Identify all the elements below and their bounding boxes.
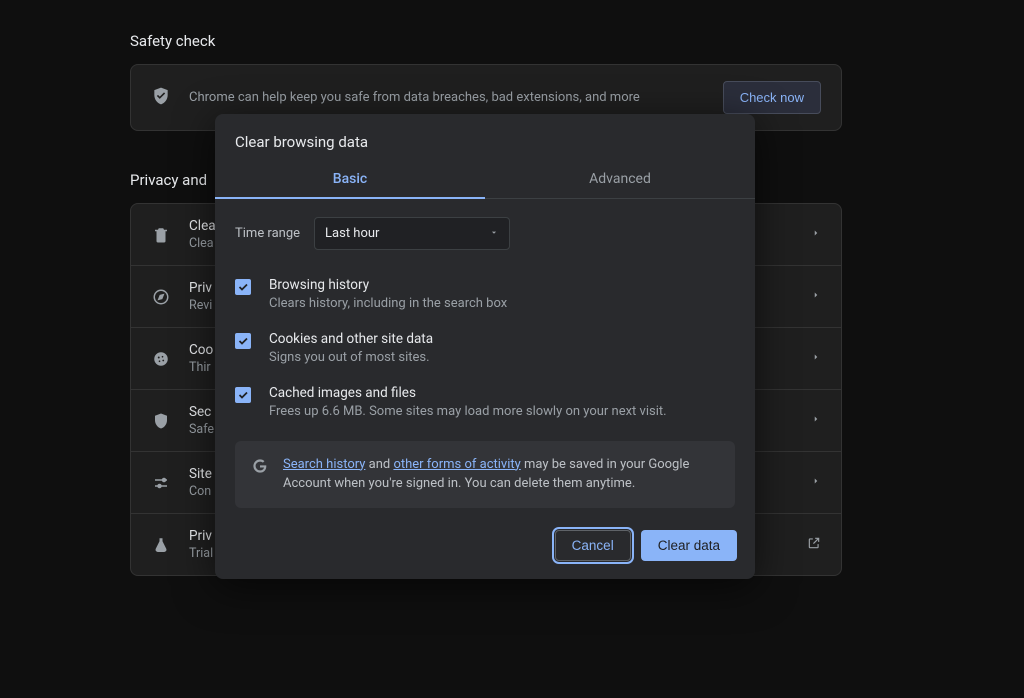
- safety-check-text: Chrome can help keep you safe from data …: [189, 90, 705, 105]
- chevron-right-icon: [811, 289, 821, 304]
- cancel-button[interactable]: Cancel: [555, 530, 631, 561]
- cookie-icon: [151, 350, 171, 368]
- dialog-tabs: Basic Advanced: [215, 161, 755, 199]
- option-sub: Signs you out of most sites.: [269, 349, 735, 367]
- option-title: Cached images and files: [269, 385, 735, 401]
- search-history-link[interactable]: Search history: [283, 457, 365, 472]
- timerange-label: Time range: [235, 226, 300, 241]
- chevron-right-icon: [811, 227, 821, 242]
- external-link-icon: [807, 536, 821, 554]
- checkbox-cached[interactable]: [235, 387, 251, 403]
- checkbox-cookies[interactable]: [235, 333, 251, 349]
- chevron-right-icon: [811, 351, 821, 366]
- option-browsing-history[interactable]: Browsing history Clears history, includi…: [235, 268, 735, 322]
- google-account-info: Search history and other forms of activi…: [235, 441, 735, 508]
- timerange-select[interactable]: Last hour: [314, 217, 510, 250]
- sliders-icon: [151, 474, 171, 492]
- compass-icon: [151, 288, 171, 306]
- tab-basic[interactable]: Basic: [215, 161, 485, 198]
- trash-icon: [151, 226, 171, 244]
- shield-icon: [151, 86, 171, 110]
- option-title: Browsing history: [269, 277, 735, 293]
- google-icon: [251, 457, 269, 479]
- option-sub: Frees up 6.6 MB. Some sites may load mor…: [269, 403, 735, 421]
- other-activity-link[interactable]: other forms of activity: [393, 457, 520, 472]
- clear-data-button[interactable]: Clear data: [641, 530, 737, 561]
- option-title: Cookies and other site data: [269, 331, 735, 347]
- shield-icon: [151, 412, 171, 430]
- dialog-title: Clear browsing data: [215, 114, 755, 161]
- option-cookies[interactable]: Cookies and other site data Signs you ou…: [235, 322, 735, 376]
- check-now-button[interactable]: Check now: [723, 81, 821, 114]
- timerange-value: Last hour: [325, 226, 379, 241]
- flask-icon: [151, 536, 171, 554]
- checkbox-browsing-history[interactable]: [235, 279, 251, 295]
- chevron-right-icon: [811, 413, 821, 428]
- chevron-right-icon: [811, 475, 821, 490]
- tab-advanced[interactable]: Advanced: [485, 161, 755, 198]
- caret-down-icon: [489, 226, 499, 241]
- safety-check-header: Safety check: [130, 32, 1024, 50]
- clear-browsing-data-dialog: Clear browsing data Basic Advanced Time …: [215, 114, 755, 579]
- option-sub: Clears history, including in the search …: [269, 295, 735, 313]
- info-text: Search history and other forms of activi…: [283, 455, 719, 494]
- option-cached[interactable]: Cached images and files Frees up 6.6 MB.…: [235, 376, 735, 430]
